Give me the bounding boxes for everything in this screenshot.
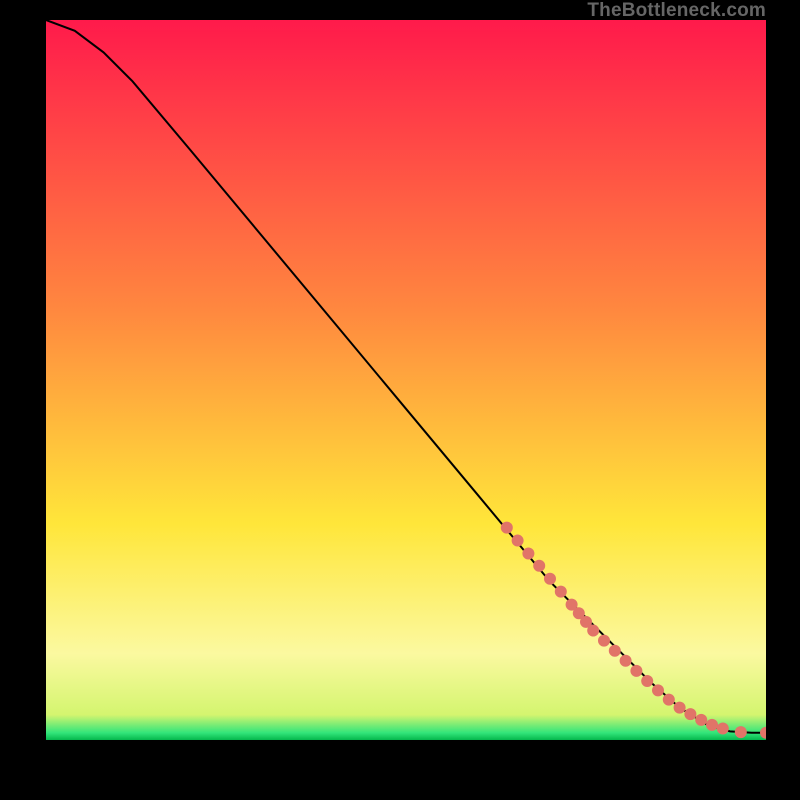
data-point bbox=[695, 714, 707, 726]
plot-area bbox=[46, 20, 766, 740]
data-point bbox=[641, 675, 653, 687]
chart-background bbox=[46, 20, 766, 740]
data-point bbox=[501, 522, 513, 534]
data-point bbox=[674, 702, 686, 714]
data-point bbox=[684, 708, 696, 720]
data-point bbox=[533, 560, 545, 572]
data-point bbox=[663, 694, 675, 706]
data-point bbox=[630, 665, 642, 677]
data-point bbox=[620, 655, 632, 667]
chart-container: { "attribution": "TheBottleneck.com", "c… bbox=[0, 0, 800, 800]
data-point bbox=[706, 719, 718, 731]
data-point bbox=[544, 573, 556, 585]
data-point bbox=[555, 586, 567, 598]
data-point bbox=[522, 548, 534, 560]
attribution-text: TheBottleneck.com bbox=[587, 0, 766, 22]
data-point bbox=[598, 635, 610, 647]
data-point bbox=[512, 535, 524, 547]
data-point bbox=[587, 625, 599, 637]
data-point bbox=[609, 645, 621, 657]
chart-svg bbox=[46, 20, 766, 740]
data-point bbox=[735, 726, 747, 738]
data-point bbox=[717, 722, 729, 734]
data-point bbox=[652, 684, 664, 696]
